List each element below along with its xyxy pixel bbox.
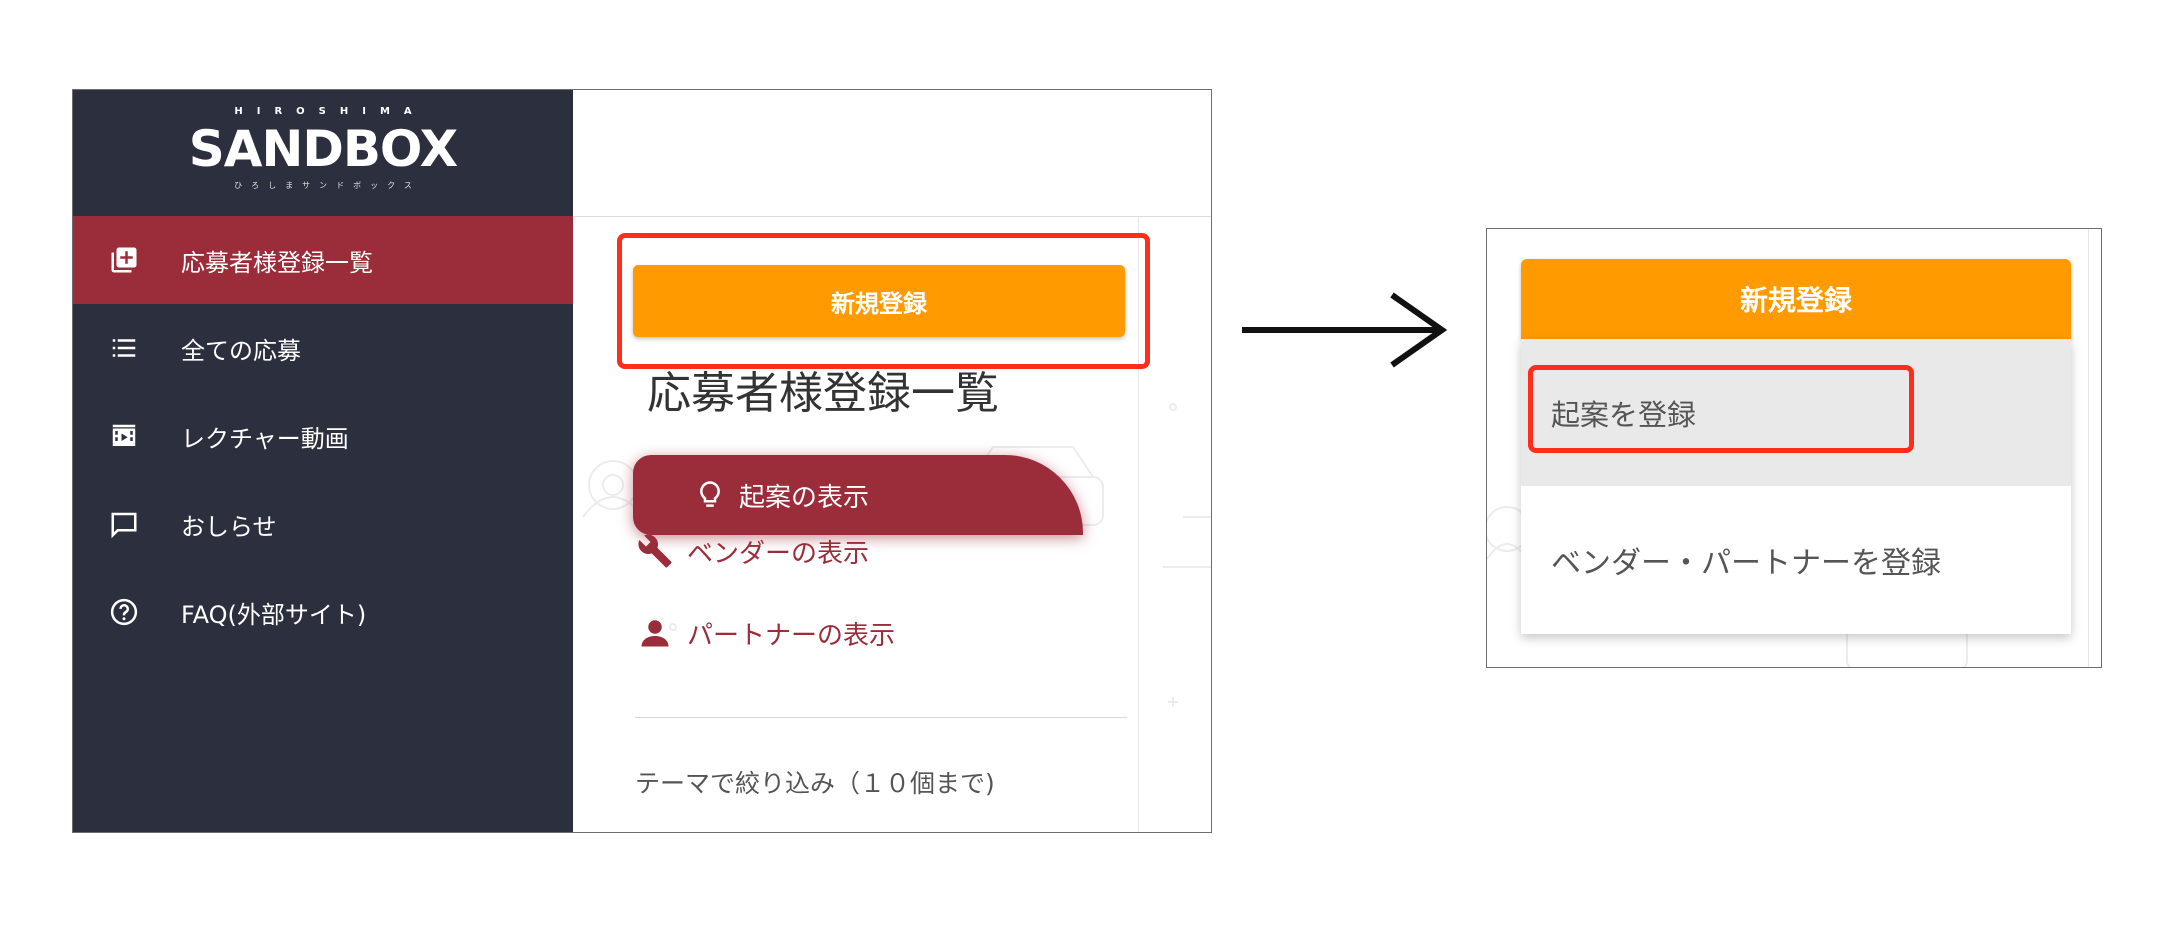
tab-show-vendors[interactable]: ベンダーの表示 [635,531,869,571]
content-divider [2088,229,2089,667]
tab-label: ベンダーの表示 [687,538,870,569]
wrench-icon [635,531,675,571]
logo-main-text: SANDBOX [188,120,458,178]
new-registration-button[interactable]: 新規登録 [633,265,1125,337]
app-screenshot-right: 新規登録 起案を登録 ベンダー・パートナーを登録 [1486,228,2102,668]
sidebar-item-label: 応募者様登録一覧 [181,248,373,277]
sidebar-item-lecture-videos[interactable]: レクチャー動画 [73,392,573,480]
sidebar-item-applicant-list[interactable]: 応募者様登録一覧 [73,216,573,304]
logo-kana-text: ひろしまサンドボックス [234,181,421,190]
highlight-box [1528,365,1914,453]
page-title: 応募者様登録一覧 [647,368,999,419]
tab-show-partners[interactable]: パートナーの表示 [635,613,895,653]
sidebar-item-news[interactable]: おしらせ [73,480,573,568]
sidebar-item-label: 全ての応募 [181,336,301,365]
top-app-bar [573,90,1211,217]
app-screenshot-left: HIROSHIMA SANDBOX ひろしまサンドボックス 応募者様登録一覧 全… [72,89,1212,833]
sidebar-item-label: FAQ(外部サイト) [181,600,367,629]
tab-label: パートナーの表示 [687,620,896,651]
sidebar: HIROSHIMA SANDBOX ひろしまサンドボックス 応募者様登録一覧 全… [73,90,573,832]
sidebar-item-all-applications[interactable]: 全ての応募 [73,304,573,392]
arrow-right-icon [1242,292,1448,368]
new-registration-button[interactable]: 新規登録 [1521,259,2071,339]
movie-icon [107,419,141,453]
list-icon [107,331,141,365]
sidebar-item-faq[interactable]: FAQ(外部サイト) [73,568,573,656]
tab-show-ideas[interactable]: 起案の表示 [633,455,1083,535]
logo-top-text: HIROSHIMA [234,106,426,117]
divider [635,717,1127,718]
main-content: 新規登録 応募者様登録一覧 起案の表示 ベンダーの表示 パートナーの表示 テーマ… [573,217,1211,832]
chat-bubble-icon [107,507,141,541]
add-box-icon [107,243,141,277]
tab-label: 起案の表示 [739,482,870,513]
theme-filter-label: テーマで絞り込み（１０個まで) [635,769,995,798]
help-circle-icon [107,595,141,629]
logo: HIROSHIMA SANDBOX ひろしまサンドボックス [73,90,573,216]
lightbulb-icon [695,480,725,510]
sidebar-item-label: おしらせ [181,512,277,541]
menu-item-register-vendor-partner[interactable]: ベンダー・パートナーを登録 [1521,486,2071,634]
sidebar-item-label: レクチャー動画 [181,424,349,453]
person-icon [635,613,675,653]
